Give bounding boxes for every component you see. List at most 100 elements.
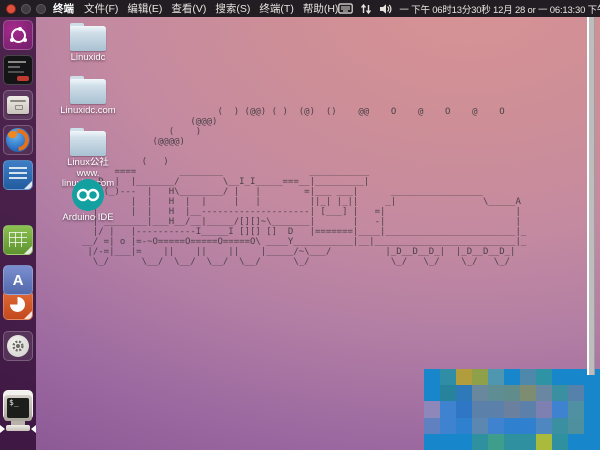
menu-search[interactable]: 搜索(S)	[215, 1, 250, 16]
mosaic-cell	[440, 434, 456, 450]
mosaic-cell	[552, 401, 568, 417]
mosaic-cell	[520, 385, 536, 401]
mosaic-cell	[584, 401, 600, 417]
app-title[interactable]: 终端	[53, 1, 74, 16]
close-button[interactable]	[6, 4, 16, 14]
menu-file[interactable]: 文件(F)	[84, 1, 118, 16]
mosaic-cell	[488, 434, 504, 450]
mosaic-cell	[472, 418, 488, 434]
menu-help[interactable]: 帮助(H)	[303, 1, 339, 16]
mosaic-cell	[520, 418, 536, 434]
terminal-scrollbar[interactable]	[587, 17, 595, 375]
mosaic-cell	[504, 369, 520, 385]
desktop-icon-linuxidc-com[interactable]: Linuxidc.com	[56, 75, 120, 117]
mosaic-cell	[552, 434, 568, 450]
ascii-train-art: ( ) (@@) ( ) (@) () @@ O @ O @ O (@@@) (…	[82, 107, 526, 267]
launcher-item-ubuntu-dash[interactable]	[3, 20, 33, 50]
mosaic-cell	[440, 385, 456, 401]
menu-view[interactable]: 查看(V)	[171, 1, 206, 16]
mosaic-cell	[456, 418, 472, 434]
running-indicator-arrow	[0, 425, 5, 433]
desktop-icon-label: Linuxidc	[56, 53, 120, 64]
mosaic-cell	[584, 434, 600, 450]
focused-indicator-arrow	[31, 425, 36, 433]
mosaic-cell	[552, 385, 568, 401]
mosaic-cell	[536, 369, 552, 385]
calc-spreadsheet-icon	[9, 232, 27, 247]
file-cabinet-icon	[7, 96, 29, 114]
desktop-icon-arduino-ide[interactable]: Arduino IDE	[56, 179, 120, 224]
mosaic-cell	[472, 385, 488, 401]
folder-icon	[70, 131, 106, 156]
mosaic-cell	[536, 401, 552, 417]
mosaic-cell	[456, 401, 472, 417]
window-controls	[0, 4, 53, 14]
mosaic-overlay	[424, 369, 600, 450]
global-menu-bar: 终端 文件(F) 编辑(E) 查看(V) 搜索(S) 终端(T) 帮助(H) 一…	[0, 0, 600, 17]
maximize-button[interactable]	[36, 4, 46, 14]
mosaic-cell	[456, 369, 472, 385]
mosaic-cell	[488, 369, 504, 385]
keyboard-icon[interactable]	[338, 3, 353, 14]
mosaic-cell	[424, 401, 440, 417]
mosaic-cell	[568, 369, 584, 385]
mosaic-cell	[520, 434, 536, 450]
menu-terminal[interactable]: 终端(T)	[259, 1, 293, 16]
mosaic-cell	[488, 385, 504, 401]
launcher-item-firefox[interactable]	[3, 125, 33, 155]
mosaic-cell	[568, 401, 584, 417]
mosaic-cell	[472, 434, 488, 450]
indicator-tray: 一 下午 06时13分30秒 12月 28 or 一 06:13:30 下午 1…	[338, 2, 600, 16]
mosaic-cell	[536, 418, 552, 434]
mosaic-cell	[552, 369, 568, 385]
mosaic-cell	[424, 385, 440, 401]
mosaic-cell	[440, 401, 456, 417]
launcher-item-files[interactable]	[3, 90, 33, 120]
firefox-icon	[6, 128, 30, 152]
settings-gear-icon	[7, 335, 29, 357]
mosaic-cell	[472, 369, 488, 385]
mosaic-cell	[504, 434, 520, 450]
launcher-item-terminal-preview[interactable]	[3, 55, 33, 85]
mosaic-cell	[568, 385, 584, 401]
mosaic-cell	[536, 434, 552, 450]
mosaic-cell	[520, 369, 536, 385]
mosaic-cell	[456, 434, 472, 450]
mosaic-cell	[504, 401, 520, 417]
desktop-icon-label: Linuxidc.com	[56, 106, 120, 117]
mosaic-cell	[584, 418, 600, 434]
software-center-icon: A	[13, 272, 24, 289]
launcher-item-system-settings[interactable]	[3, 331, 33, 361]
unity-launcher: A a ✓ $_	[0, 17, 36, 450]
mosaic-cell	[520, 401, 536, 417]
terminal-monitor-icon: $_	[4, 395, 32, 421]
launcher-item-terminal[interactable]: $_	[3, 395, 33, 437]
mosaic-cell	[440, 369, 456, 385]
mosaic-cell	[440, 418, 456, 434]
folder-icon	[70, 79, 106, 104]
network-updown-icon[interactable]	[360, 3, 372, 15]
mosaic-cell	[568, 418, 584, 434]
folder-icon	[70, 26, 106, 51]
launcher-item-libreoffice-calc[interactable]	[3, 225, 33, 255]
arduino-icon	[72, 179, 104, 211]
ubuntu-logo-icon	[11, 28, 26, 43]
mosaic-cell	[472, 401, 488, 417]
volume-icon[interactable]	[379, 3, 392, 15]
menu-edit[interactable]: 编辑(E)	[127, 1, 162, 16]
desktop-icon-label: Arduino IDE	[56, 213, 120, 224]
mosaic-cell	[488, 401, 504, 417]
menubar: 文件(F) 编辑(E) 查看(V) 搜索(S) 终端(T) 帮助(H)	[84, 1, 338, 16]
mosaic-cell	[536, 385, 552, 401]
impress-presentation-icon	[10, 297, 25, 312]
mosaic-cell	[456, 385, 472, 401]
clock[interactable]: 一 下午 06时13分30秒 12月 28 or 一 06:13:30 下午 1…	[399, 2, 600, 16]
mosaic-cell	[488, 418, 504, 434]
launcher-item-software-center[interactable]: A	[3, 265, 33, 295]
mosaic-cell	[424, 418, 440, 434]
unmaximize-button[interactable]	[21, 4, 31, 14]
launcher-item-libreoffice-writer[interactable]	[3, 160, 33, 190]
mosaic-cell	[584, 385, 600, 401]
desktop-icon-linuxidc[interactable]: Linuxidc	[56, 22, 120, 64]
writer-document-icon	[9, 167, 27, 181]
